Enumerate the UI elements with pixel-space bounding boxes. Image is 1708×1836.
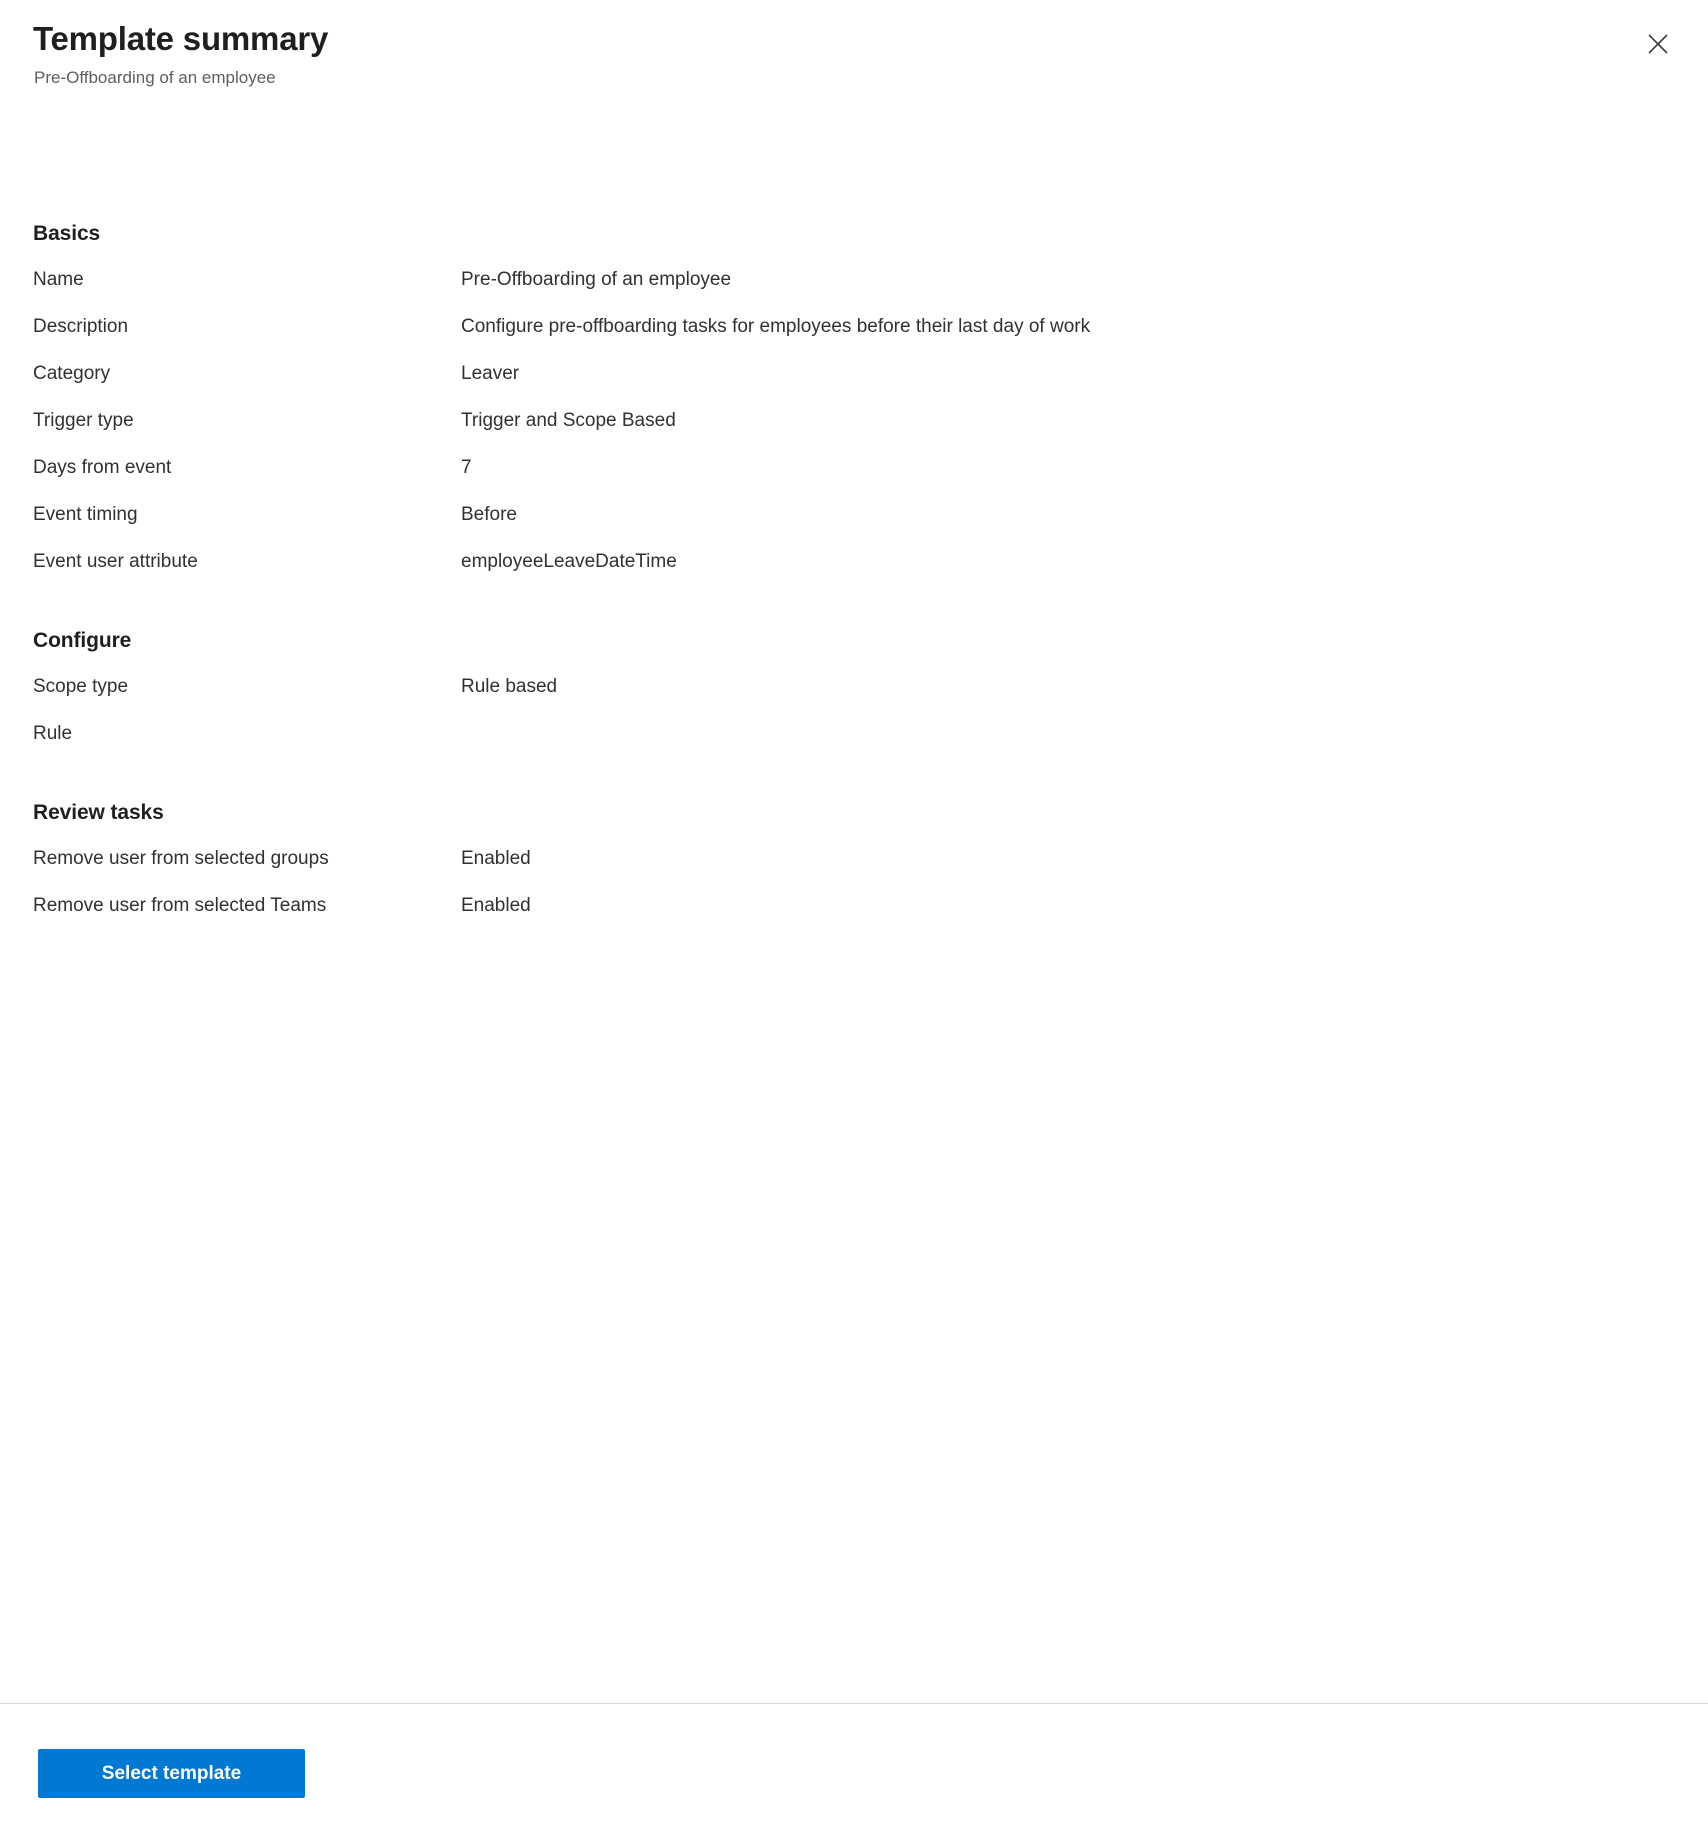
- row-value: Leaver: [461, 363, 520, 384]
- row-label: Remove user from selected groups: [33, 848, 329, 869]
- row-rule: Rule: [33, 721, 1675, 768]
- select-template-button[interactable]: Select template: [38, 1749, 305, 1798]
- row-label: Days from event: [33, 457, 172, 478]
- panel-header: Template summary Pre-Offboarding of an e…: [0, 0, 1708, 90]
- row-remove-user-from-selected-groups: Remove user from selected groups Enabled: [33, 846, 1675, 893]
- row-event-timing: Event timing Before: [33, 502, 1675, 549]
- row-event-user-attribute: Event user attribute employeeLeaveDateTi…: [33, 549, 1675, 596]
- section-heading-configure: Configure: [33, 629, 132, 652]
- template-summary-panel: Template summary Pre-Offboarding of an e…: [0, 0, 1708, 1836]
- row-scope-type: Scope type Rule based: [33, 674, 1675, 721]
- panel-footer: Select template: [0, 1703, 1708, 1836]
- panel-body: Basics Name Pre-Offboarding of an employ…: [0, 90, 1708, 1703]
- row-label: Description: [33, 316, 129, 337]
- row-label: Trigger type: [33, 410, 134, 431]
- row-label: Remove user from selected Teams: [33, 895, 327, 916]
- row-name: Name Pre-Offboarding of an employee: [33, 267, 1675, 314]
- close-icon: [1646, 32, 1670, 56]
- row-value: 7: [461, 457, 472, 478]
- row-category: Category Leaver: [33, 361, 1675, 408]
- row-label: Category: [33, 363, 111, 384]
- section-basics: Basics Name Pre-Offboarding of an employ…: [33, 220, 1675, 596]
- row-value: Pre-Offboarding of an employee: [461, 269, 732, 290]
- row-value: Rule based: [461, 676, 558, 697]
- row-remove-user-from-selected-teams: Remove user from selected Teams Enabled: [33, 893, 1675, 940]
- close-button[interactable]: [1636, 22, 1680, 66]
- row-value: employeeLeaveDateTime: [461, 551, 677, 572]
- section-heading-review-tasks: Review tasks: [33, 801, 164, 824]
- page-subtitle: Pre-Offboarding of an employee: [34, 68, 276, 87]
- row-label: Rule: [33, 723, 73, 744]
- row-value: Trigger and Scope Based: [461, 410, 676, 431]
- row-label: Name: [33, 269, 84, 290]
- row-label: Event user attribute: [33, 551, 198, 572]
- row-value: Enabled: [461, 848, 531, 869]
- row-trigger-type: Trigger type Trigger and Scope Based: [33, 408, 1675, 455]
- row-value: Enabled: [461, 895, 531, 916]
- row-label: Scope type: [33, 676, 129, 697]
- section-configure: Configure Scope type Rule based Rule: [33, 627, 1675, 768]
- row-description: Description Configure pre-offboarding ta…: [33, 314, 1675, 361]
- row-value: Before: [461, 504, 517, 525]
- row-label: Event timing: [33, 504, 138, 525]
- section-heading-basics: Basics: [33, 222, 101, 245]
- section-review-tasks: Review tasks Remove user from selected g…: [33, 799, 1675, 940]
- row-value: Configure pre-offboarding tasks for empl…: [461, 316, 1091, 337]
- page-title: Template summary: [33, 20, 329, 57]
- row-days-from-event: Days from event 7: [33, 455, 1675, 502]
